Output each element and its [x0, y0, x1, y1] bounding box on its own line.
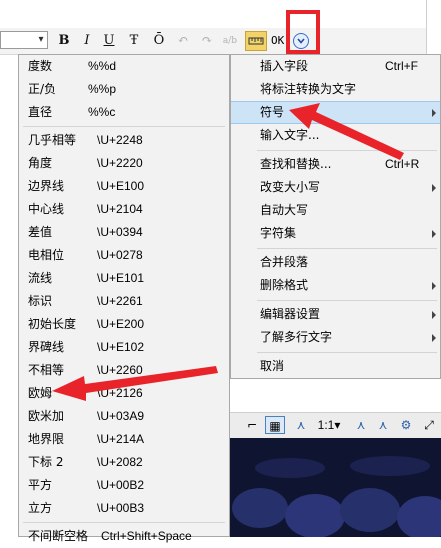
- symbol-item-electrical-phase[interactable]: 电相位 \U+0278: [19, 244, 229, 267]
- submenu-arrow-icon: [432, 184, 436, 192]
- annotation-visibility-icon[interactable]: ⋏: [352, 416, 370, 434]
- annotation-scale-icon[interactable]: ⋏: [292, 416, 310, 434]
- ruler-button[interactable]: [245, 31, 267, 51]
- annotation-highlight-box: [286, 10, 320, 54]
- bold-button[interactable]: B: [55, 31, 73, 51]
- grid-icon[interactable]: ▦: [265, 416, 285, 434]
- submenu-arrow-icon: [432, 230, 436, 238]
- symbol-item-property-line[interactable]: 地界限 \U+214A: [19, 428, 229, 451]
- symbol-item-subscript-2[interactable]: 下标 2 \U+2082: [19, 451, 229, 474]
- symbol-item-ohm[interactable]: 欧姆 \U+2126: [19, 382, 229, 405]
- menu-item-symbol[interactable]: 符号: [231, 101, 440, 124]
- menu-item-convert-dimension[interactable]: 将标注转换为文字: [231, 78, 440, 101]
- menu-separator: [257, 352, 437, 353]
- symbol-item-initial-length[interactable]: 初始长度 \U+E200: [19, 313, 229, 336]
- submenu-arrow-icon: [432, 109, 436, 117]
- text-context-menu: 插入字段 Ctrl+F 将标注转换为文字 符号 输入文字... 查找和替换... C…: [230, 54, 441, 379]
- symbol-submenu: 度数 %%d 正/负 %%p 直径 %%c 几乎相等 \U+2248 角度 \U+2220…: [18, 54, 230, 543]
- ok-button[interactable]: OK: [271, 31, 284, 51]
- symbol-item-omega[interactable]: 欧米加 \U+03A9: [19, 405, 229, 428]
- menu-separator: [257, 150, 437, 151]
- menu-separator: [23, 126, 225, 127]
- menu-item-autocaps[interactable]: 自动大写: [231, 199, 440, 222]
- menu-item-find-replace[interactable]: 查找和替换... Ctrl+R: [231, 153, 440, 176]
- background-image: [230, 438, 441, 537]
- undo-icon[interactable]: ↶: [174, 31, 192, 51]
- menu-separator: [257, 300, 437, 301]
- ruler-icon: [248, 37, 264, 45]
- drawing-area: [230, 379, 441, 412]
- menu-separator: [257, 248, 437, 249]
- chevron-down-icon: ▾: [38, 34, 44, 45]
- submenu-arrow-icon: [432, 334, 436, 342]
- symbol-item-center-line[interactable]: 中心线 \U+2104: [19, 198, 229, 221]
- symbol-item-almost-equal[interactable]: 几乎相等 \U+2248: [19, 129, 229, 152]
- menu-separator: [23, 522, 225, 523]
- italic-button[interactable]: I: [78, 31, 96, 51]
- symbol-item-plus-minus[interactable]: 正/负 %%p: [19, 78, 229, 101]
- symbol-item-cubed[interactable]: 立方 \U+00B3: [19, 497, 229, 520]
- strikethrough-button[interactable]: Ŧ: [125, 31, 143, 51]
- symbol-item-flow-line[interactable]: 流线 \U+E101: [19, 267, 229, 290]
- gear-icon[interactable]: ⚙: [397, 416, 415, 434]
- menu-item-combine-paragraphs[interactable]: 合并段落: [231, 251, 440, 274]
- symbol-item-delta[interactable]: 差值 \U+0394: [19, 221, 229, 244]
- font-combo[interactable]: ▾: [0, 31, 48, 49]
- underline-button[interactable]: U: [100, 31, 118, 51]
- redo-icon[interactable]: ↷: [198, 31, 216, 51]
- symbol-item-identity[interactable]: 标识 \U+2261: [19, 290, 229, 313]
- overline-button[interactable]: Ō: [150, 31, 168, 51]
- model-icon[interactable]: ⌐: [243, 416, 261, 434]
- background-texture: [232, 456, 441, 537]
- menu-item-insert-field[interactable]: 插入字段 Ctrl+F: [231, 55, 440, 78]
- scale-dropdown[interactable]: 1:1▾: [312, 416, 346, 434]
- submenu-arrow-icon: [432, 282, 436, 290]
- menu-item-editor-settings[interactable]: 编辑器设置: [231, 303, 440, 326]
- fullscreen-icon[interactable]: ⤢: [420, 416, 438, 434]
- menu-item-remove-formatting[interactable]: 删除格式: [231, 274, 440, 297]
- symbol-item-boundary-line[interactable]: 边界线 \U+E100: [19, 175, 229, 198]
- symbol-item-monument-line[interactable]: 界碑线 \U+E102: [19, 336, 229, 359]
- symbol-item-not-equal[interactable]: 不相等 \U+2260: [19, 359, 229, 382]
- menu-item-cancel[interactable]: 取消: [231, 355, 440, 378]
- submenu-arrow-icon: [432, 311, 436, 319]
- symbol-item-diameter[interactable]: 直径 %%c: [19, 101, 229, 124]
- menu-item-learn-mtext[interactable]: 了解多行文字: [231, 326, 440, 349]
- auto-scale-icon[interactable]: ⋏: [374, 416, 392, 434]
- symbol-item-squared[interactable]: 平方 \U+00B2: [19, 474, 229, 497]
- menu-item-change-case[interactable]: 改变大小写: [231, 176, 440, 199]
- symbol-item-angle[interactable]: 角度 \U+2220: [19, 152, 229, 175]
- symbol-item-degree[interactable]: 度数 %%d: [19, 55, 229, 78]
- stack-icon[interactable]: a/b: [221, 31, 239, 51]
- menu-item-import-text[interactable]: 输入文字...: [231, 124, 440, 147]
- menu-item-character-set[interactable]: 字符集: [231, 222, 440, 245]
